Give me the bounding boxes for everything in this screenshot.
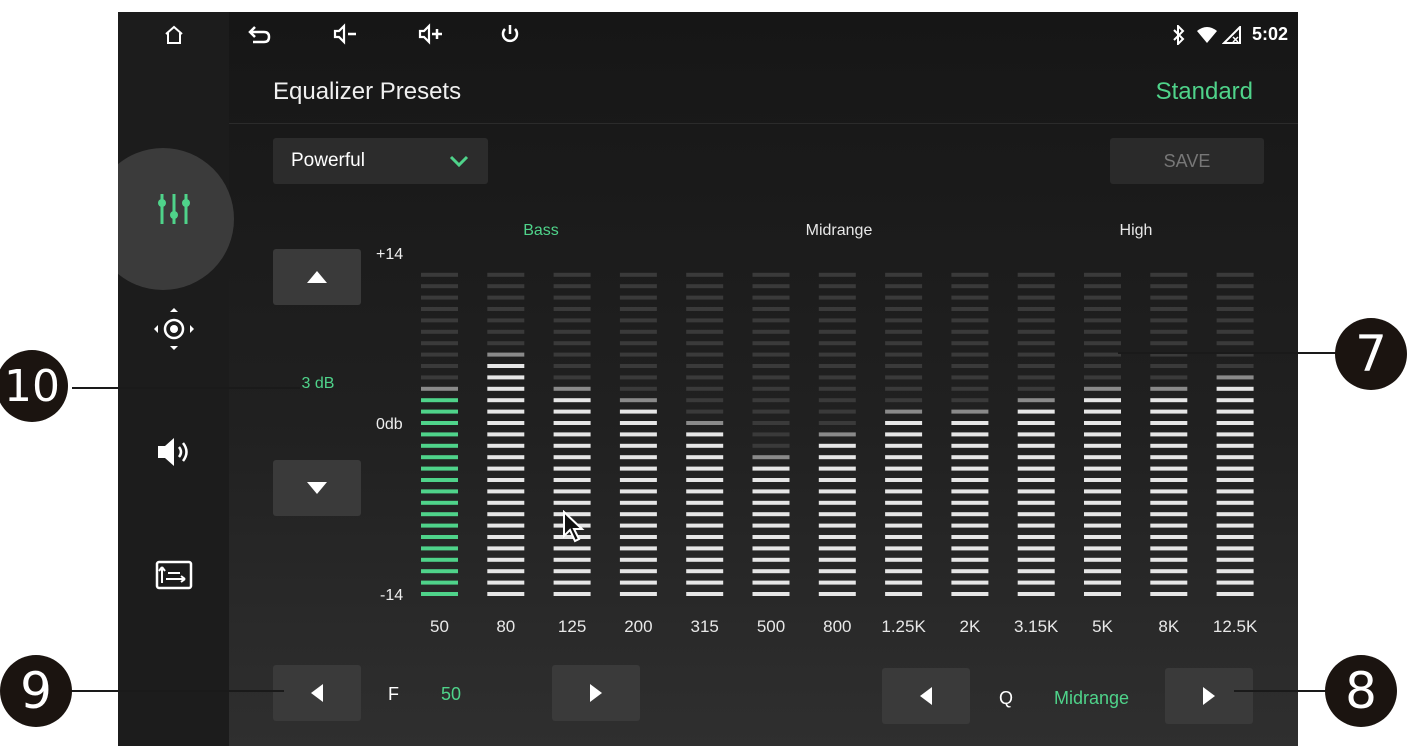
head-unit-screen: 5:02 Equalizer Presets Standard Powerful… — [118, 12, 1298, 746]
callout-9-line — [68, 690, 284, 692]
freq-label-50: 50 — [430, 617, 449, 636]
callout-7: 7 — [1335, 318, 1407, 390]
callout-10-line — [72, 387, 300, 389]
freq-label-12.5K: 12.5K — [1212, 617, 1258, 636]
eq-band-315[interactable] — [686, 272, 724, 596]
eq-band-8K[interactable] — [1150, 272, 1188, 596]
freq-label-8K: 8K — [1158, 617, 1180, 636]
freq-label-80: 80 — [496, 617, 516, 636]
callout-7-line — [1118, 352, 1340, 354]
frequency-prev-button[interactable] — [273, 665, 361, 721]
q-prev-button[interactable] — [882, 668, 970, 724]
eq-band-3.15K[interactable] — [1017, 272, 1055, 596]
callout-10: 10 — [0, 350, 68, 422]
eq-band-5K[interactable] — [1084, 272, 1121, 596]
eq-band-125[interactable] — [553, 272, 591, 596]
eq-band-50[interactable] — [421, 272, 458, 596]
freq-label-5K: 5K — [1092, 617, 1113, 636]
q-next-button[interactable] — [1165, 668, 1253, 724]
eq-band-800[interactable] — [818, 272, 856, 596]
eq-band-1.25K[interactable] — [885, 272, 923, 596]
frequency-next-button[interactable] — [552, 665, 640, 721]
triangle-left-icon — [311, 684, 323, 702]
freq-label-800: 800 — [823, 617, 852, 636]
frequency-label: F — [388, 684, 399, 704]
frequency-value: 50 — [441, 684, 462, 704]
eq-band-500[interactable] — [752, 272, 790, 596]
triangle-left-icon — [920, 687, 932, 705]
q-label: Q — [999, 688, 1014, 708]
equalizer-bars — [421, 272, 1254, 596]
triangle-right-icon — [590, 684, 602, 702]
triangle-right-icon — [1203, 687, 1215, 705]
callout-8-line — [1234, 690, 1334, 692]
mouse-pointer-icon — [563, 510, 585, 543]
callout-9: 9 — [0, 655, 72, 727]
freq-label-315: 315 — [690, 617, 719, 636]
eq-band-200[interactable] — [619, 272, 657, 596]
freq-label-125: 125 — [557, 617, 587, 636]
freq-label-200: 200 — [624, 617, 653, 636]
eq-band-80[interactable] — [487, 272, 525, 596]
freq-label-2K: 2K — [959, 617, 981, 636]
freq-label-500: 500 — [756, 617, 786, 636]
q-value: Midrange — [1054, 688, 1130, 708]
freq-label-3.15K: 3.15K — [1013, 617, 1059, 636]
callout-8: 8 — [1325, 655, 1397, 727]
eq-band-12.5K[interactable] — [1216, 272, 1254, 596]
freq-label-1.25K: 1.25K — [881, 617, 926, 636]
eq-band-2K[interactable] — [951, 272, 989, 596]
